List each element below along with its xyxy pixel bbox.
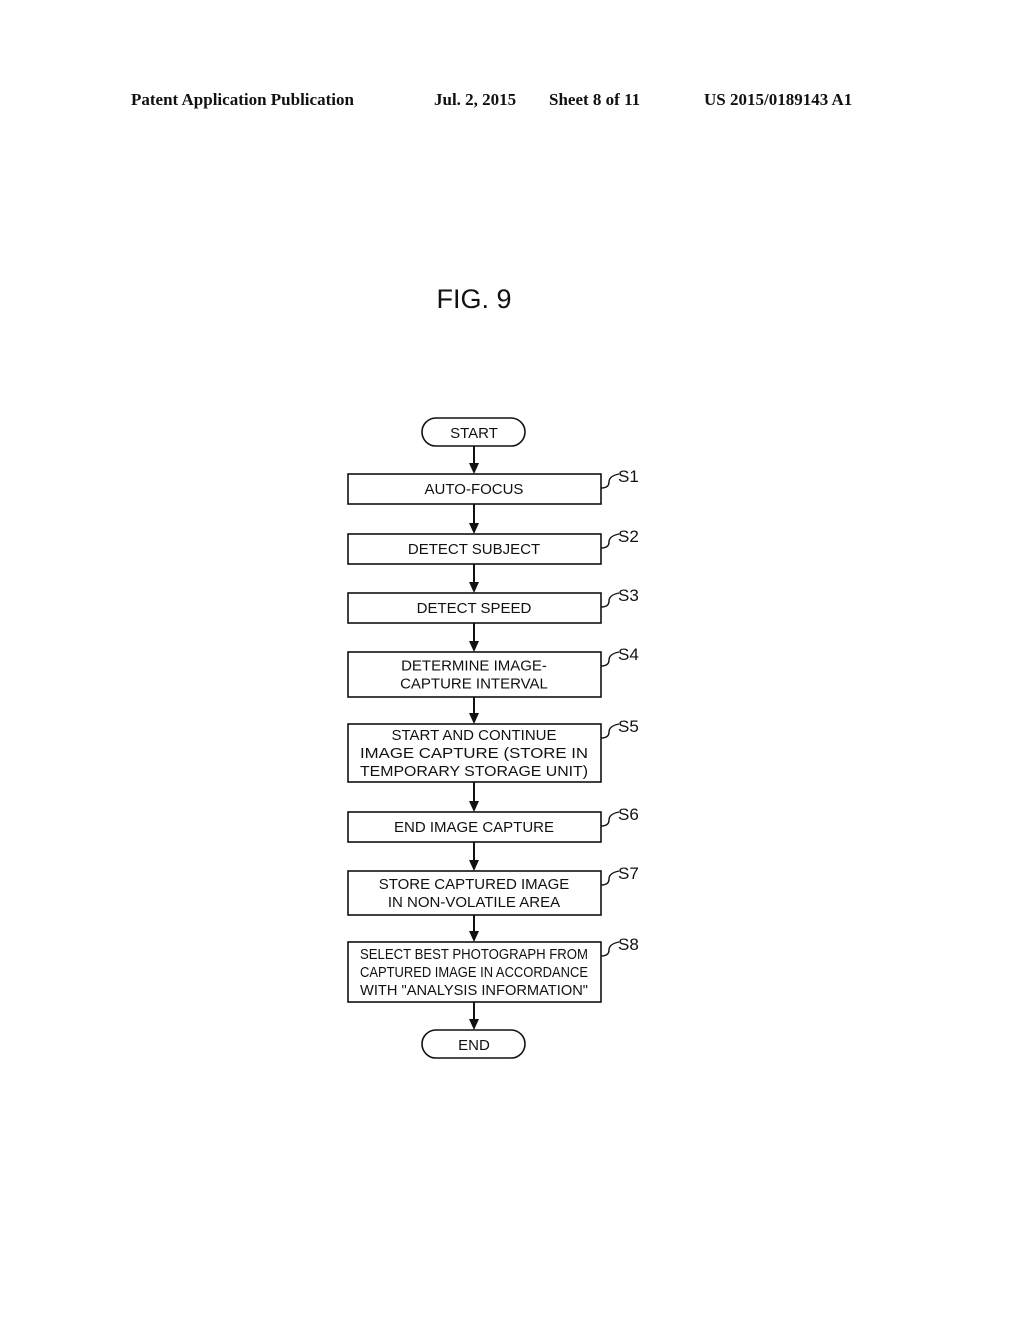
process-text: START AND CONTINUE — [391, 727, 556, 744]
process-text: SELECT BEST PHOTOGRAPH FROM — [360, 946, 588, 963]
flowchart: START AUTO-FOCUS S1 DETECT SUBJECT S2 DETECT … — [347, 417, 639, 1059]
process-text: IN NON-VOLATILE AREA — [388, 894, 560, 911]
process-text: DETECT SUBJECT — [408, 541, 540, 558]
arrow-head-icon — [469, 713, 479, 724]
arrow-head-icon — [469, 1019, 479, 1030]
arrow-head-icon — [469, 523, 479, 534]
end-terminal-label: END — [458, 1037, 490, 1054]
leader-line — [600, 941, 620, 957]
step-label-s6: S6 — [618, 805, 639, 824]
leader-line — [600, 651, 620, 667]
leader-line — [600, 592, 620, 608]
arrow-head-icon — [469, 463, 479, 474]
leader-line — [600, 870, 620, 886]
step-label-s1: S1 — [618, 467, 639, 486]
arrow-head-icon — [469, 641, 479, 652]
leader-line — [600, 811, 620, 827]
start-terminal-label: START — [450, 425, 498, 442]
step-label-s5: S5 — [618, 717, 639, 736]
arrow-head-icon — [469, 931, 479, 942]
arrow-head-icon — [469, 801, 479, 812]
leader-line — [600, 533, 620, 549]
process-text: DETECT SPEED — [417, 600, 532, 617]
process-text: STORE CAPTURED IMAGE — [379, 876, 570, 893]
leader-line — [600, 723, 620, 739]
process-text: DETERMINE IMAGE- — [401, 658, 547, 675]
leader-line — [600, 473, 620, 489]
step-label-s8: S8 — [618, 935, 639, 954]
step-label-s2: S2 — [618, 527, 639, 546]
process-text: AUTO-FOCUS — [425, 481, 524, 498]
step-label-s4: S4 — [618, 645, 639, 664]
process-text: CAPTURE INTERVAL — [400, 676, 548, 693]
process-text: CAPTURED IMAGE IN ACCORDANCE — [360, 964, 588, 981]
arrow-head-icon — [469, 582, 479, 593]
arrow-head-icon — [469, 860, 479, 871]
process-text: IMAGE CAPTURE (STORE IN — [360, 745, 588, 762]
step-label-s3: S3 — [618, 586, 639, 605]
process-text: WITH "ANALYSIS INFORMATION" — [360, 982, 588, 999]
step-label-s7: S7 — [618, 864, 639, 883]
process-text: END IMAGE CAPTURE — [394, 819, 554, 836]
process-text: TEMPORARY STORAGE UNIT) — [360, 763, 588, 780]
